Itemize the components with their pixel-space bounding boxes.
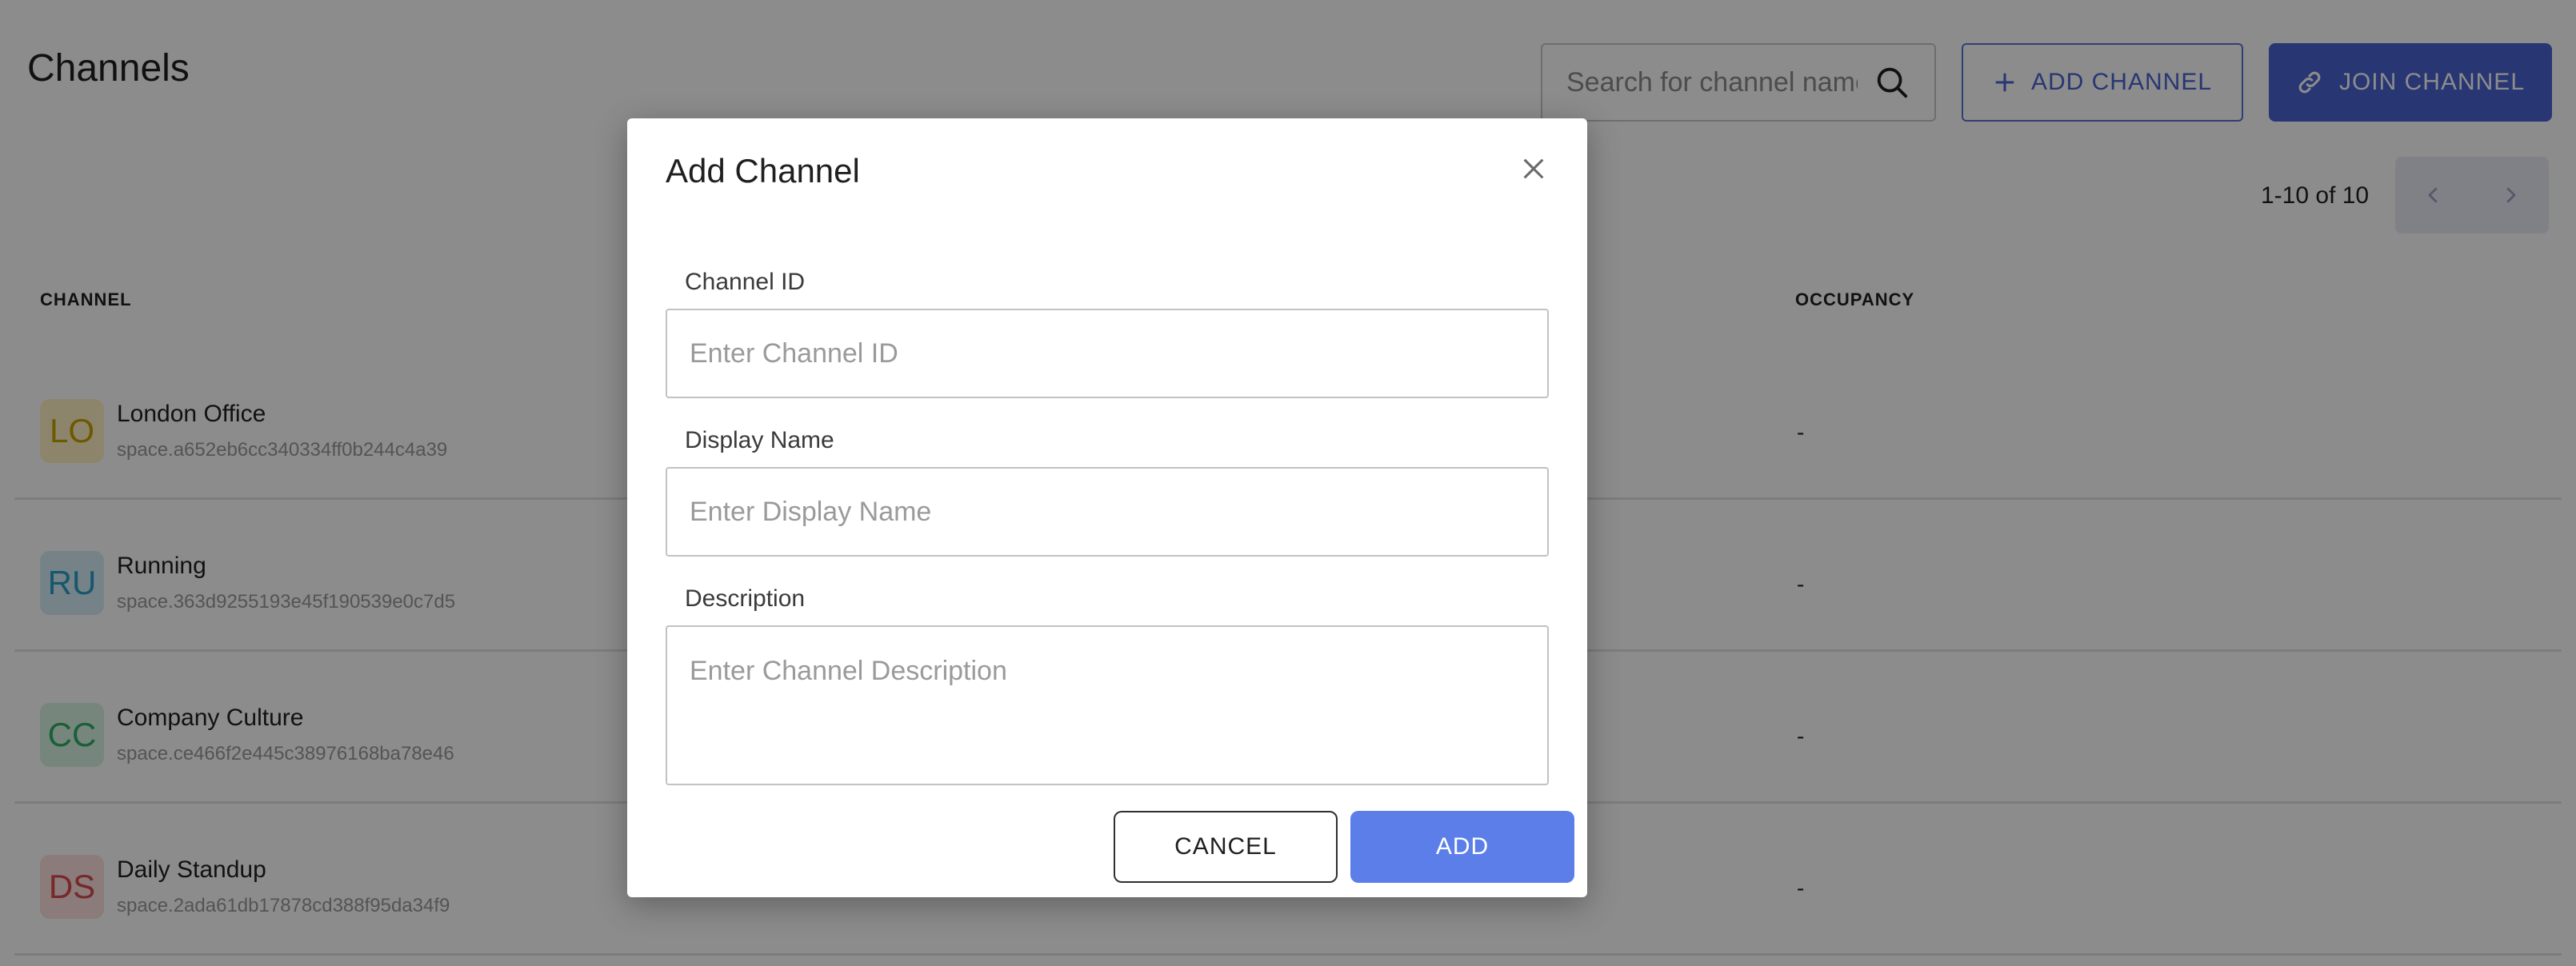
dialog-title: Add Channel — [666, 152, 860, 190]
cancel-button[interactable]: CANCEL — [1114, 811, 1338, 883]
display-name-label: Display Name — [685, 427, 834, 453]
description-input[interactable] — [666, 625, 1549, 785]
channel-id-input[interactable] — [666, 309, 1549, 398]
close-button[interactable] — [1517, 152, 1550, 186]
close-icon — [1523, 158, 1544, 179]
channels-page: Channels ADD CHANNEL JOIN CHANNEL 1-10 o… — [0, 0, 2576, 966]
add-button[interactable]: ADD — [1350, 811, 1574, 883]
description-label: Description — [685, 585, 806, 612]
channel-id-label: Channel ID — [685, 269, 806, 295]
add-channel-dialog: Add Channel Channel ID Display Name Desc… — [627, 118, 1587, 897]
display-name-input[interactable] — [666, 467, 1549, 557]
